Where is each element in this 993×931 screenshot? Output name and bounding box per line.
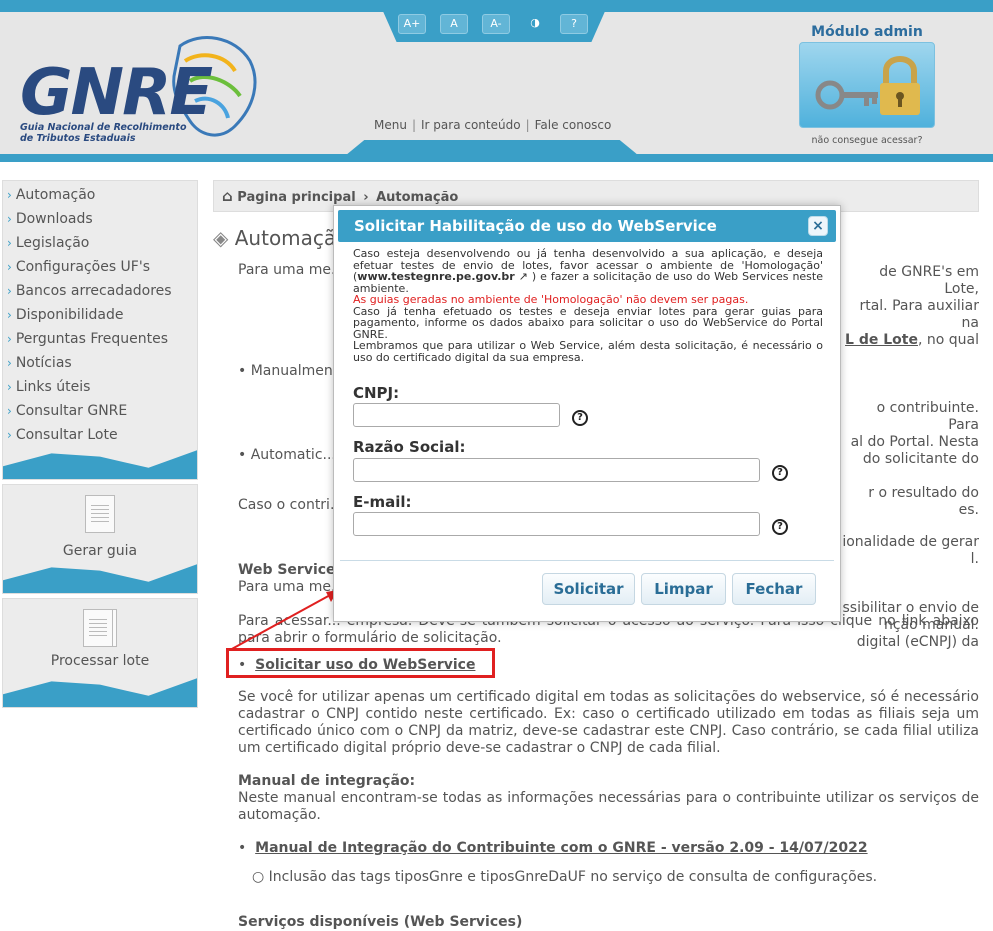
admin-help-link[interactable]: não consegue acessar?	[800, 135, 934, 146]
logo-text: GNRE	[20, 56, 213, 130]
modal-divider	[340, 560, 834, 561]
admin-title: Módulo admin	[811, 24, 923, 40]
skip-to-content-link[interactable]: Ir para conteúdo	[421, 118, 521, 132]
cnpj-paragraph: Se você for utilizar apenas um certifica…	[238, 689, 979, 756]
modal-header: Solicitar Habilitação de uso do WebServi…	[338, 210, 836, 242]
page-title: ◈ Automação	[213, 226, 349, 250]
webservice-modal: Solicitar Habilitação de uso do WebServi…	[333, 205, 841, 622]
cnpj-label: CNPJ:	[353, 384, 400, 402]
font-increase-button[interactable]: A+	[398, 14, 426, 34]
key-lock-icon	[815, 56, 920, 115]
sidebar-menu: › Automação › Downloads › Legislação › Confi…	[2, 180, 198, 480]
modal-title: Solicitar Habilitação de uso do WebServi…	[354, 217, 717, 235]
manual-paragraph: Neste manual encontram-se todas as infor…	[238, 790, 979, 823]
breadcrumb-current: Automação	[376, 190, 459, 205]
email-help-icon[interactable]: ?	[772, 519, 788, 535]
admin-login-button[interactable]	[799, 42, 935, 128]
sidebar-item-links[interactable]: › Links úteis	[3, 375, 197, 399]
sidebar-item-bancos[interactable]: › Bancos arrecadadores	[3, 279, 197, 303]
sidebar-item-configuracoes[interactable]: › Configurações UF's	[3, 255, 197, 279]
sidebar-item-automacao[interactable]: › Automação	[3, 183, 197, 207]
sidebar-item-legislacao[interactable]: › Legislação	[3, 231, 197, 255]
modal-warning: As guias geradas no ambiente de 'Homolog…	[353, 293, 749, 306]
section-icon: ◈	[213, 226, 229, 250]
email-input[interactable]	[353, 512, 760, 536]
razao-help-icon[interactable]: ?	[772, 465, 788, 481]
font-decrease-button[interactable]: A-	[482, 14, 510, 34]
sidebar: › Automação › Downloads › Legislação › Confi…	[2, 180, 198, 708]
close-icon[interactable]: ×	[808, 216, 828, 236]
limpar-button[interactable]: Limpar	[641, 573, 726, 605]
razao-social-input[interactable]	[353, 458, 760, 482]
processar-lote-tile[interactable]: Processar lote	[2, 598, 198, 708]
processar-lote-label: Processar lote	[50, 653, 150, 669]
manual-integracao-link[interactable]: Manual de Integração do Contribuinte com…	[255, 840, 867, 856]
services-heading: Serviços disponíveis (Web Services)	[238, 914, 523, 930]
cnpj-help-icon[interactable]: ?	[572, 410, 588, 426]
modal-description: Caso esteja desenvolvendo ou já tenha de…	[353, 247, 823, 364]
external-link-icon: ↗	[514, 270, 528, 283]
email-label: E-mail:	[353, 493, 412, 511]
menu-link[interactable]: Menu	[374, 118, 407, 132]
logo-subtitle: Guia Nacional de Recolhimento de Tributo…	[20, 122, 187, 144]
breadcrumb-home-link[interactable]: Pagina principal	[237, 190, 355, 205]
sidebar-item-disponibilidade[interactable]: › Disponibilidade	[3, 303, 197, 327]
contrast-icon[interactable]: ◑	[524, 14, 546, 34]
home-icon: ⌂	[222, 187, 233, 205]
sidebar-item-downloads[interactable]: › Downloads	[3, 207, 197, 231]
solicitar-button[interactable]: Solicitar	[542, 573, 635, 605]
sidebar-item-noticias[interactable]: › Notícias	[3, 351, 197, 375]
sidebar-item-consultar-lote[interactable]: › Consultar Lote	[3, 423, 197, 447]
razao-social-label: Razão Social:	[353, 438, 466, 456]
manual-sub-item: ○ Inclusão das tags tiposGnre e tiposGnr…	[252, 869, 878, 885]
gerar-guia-label: Gerar guia	[62, 543, 138, 559]
tile-wave	[3, 678, 197, 707]
contact-link[interactable]: Fale conosco	[535, 118, 612, 132]
top-links: Menu | Ir para conteúdo | Fale conosco	[374, 118, 612, 132]
sidebar-item-consultar-gnre[interactable]: › Consultar GNRE	[3, 399, 197, 423]
manual-heading: Manual de integração:	[238, 773, 416, 789]
sidebar-wave	[3, 450, 197, 479]
manual-link-item: • Manual de Integração do Contribuinte c…	[238, 840, 868, 856]
fechar-button[interactable]: Fechar	[732, 573, 816, 605]
content-right-fragments: de GNRE's em Lote, rtal. Para auxiliar n…	[842, 264, 979, 650]
annotation-arrow	[229, 590, 338, 651]
header: A+ A A- ◑ ? GNRE Guia Nacional de Recolh…	[0, 0, 993, 162]
cnpj-input[interactable]	[353, 403, 560, 427]
help-button[interactable]: ?	[560, 14, 588, 34]
tile-wave	[3, 564, 197, 593]
gerar-guia-tile[interactable]: Gerar guia	[2, 484, 198, 594]
font-normal-button[interactable]: A	[440, 14, 468, 34]
sidebar-item-perguntas[interactable]: › Perguntas Frequentes	[3, 327, 197, 351]
header-bottom-bar	[0, 154, 993, 162]
document-icon	[85, 495, 115, 533]
document-icon	[83, 609, 113, 647]
